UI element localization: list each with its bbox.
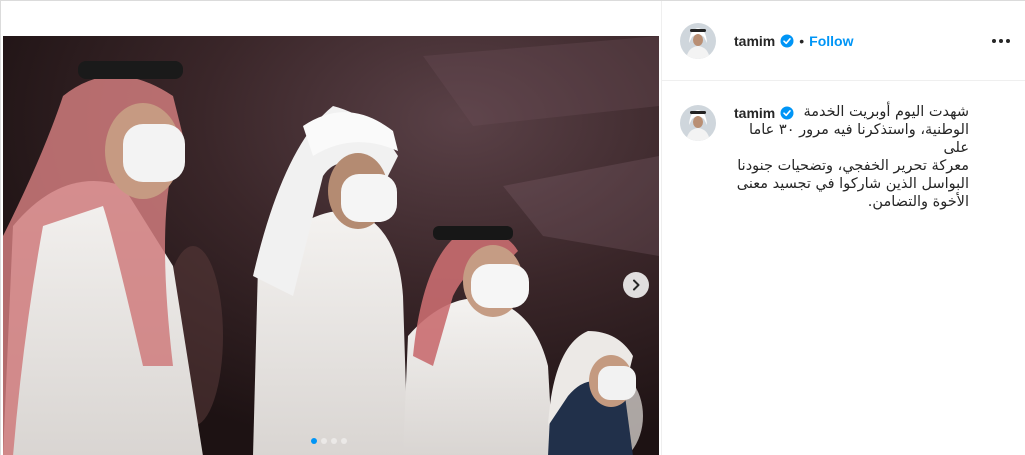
- post-photo[interactable]: [3, 36, 659, 455]
- carousel-dot: [321, 438, 327, 444]
- more-options-icon[interactable]: [992, 33, 1010, 49]
- verified-badge-icon: [780, 34, 794, 48]
- follow-button[interactable]: Follow: [809, 33, 853, 49]
- post-header: tamim • Follow: [662, 1, 1025, 81]
- photo-illustration: [3, 36, 659, 455]
- avatar[interactable]: [680, 105, 716, 141]
- profile-picture: [680, 22, 716, 59]
- caption-text-line: البواسل الذين شاركوا في تجسيد معنى: [736, 176, 969, 192]
- caption-body: tamim شهدت اليوم أوبريت الخدمة الوطنية، …: [734, 104, 969, 211]
- post-sidebar: tamim • Follow tamim شهدت اليوم أوبريت ا…: [661, 1, 1025, 455]
- chevron-right-icon: [633, 279, 640, 291]
- verified-badge-icon: [780, 106, 794, 120]
- avatar[interactable]: [680, 22, 716, 59]
- post-card: tamim • Follow tamim شهدت اليوم أوبريت ا…: [0, 0, 1025, 455]
- caption-text-line: معركة تحرير الخفجي، وتضحيات جنودنا: [737, 158, 969, 174]
- carousel-next-button[interactable]: [623, 272, 649, 298]
- profile-picture: [680, 105, 716, 141]
- carousel-dot: [331, 438, 337, 444]
- caption-text-line: الوطنية، واستذكرنا فيه مرور ٣٠ عاما على: [749, 122, 969, 156]
- caption-text-line: الأخوة والتضامن.: [867, 194, 969, 210]
- post-username[interactable]: tamim: [734, 33, 775, 49]
- carousel-dot: [341, 438, 347, 444]
- post-media: [1, 1, 661, 455]
- carousel-dot: [311, 438, 317, 444]
- carousel-indicator: [311, 438, 347, 444]
- caption-username[interactable]: tamim: [734, 105, 775, 121]
- instagram-post-page: tamim • Follow tamim شهدت اليوم أوبريت ا…: [0, 0, 1025, 455]
- separator-dot: •: [799, 32, 805, 49]
- caption-comment: tamim شهدت اليوم أوبريت الخدمة الوطنية، …: [662, 81, 1025, 211]
